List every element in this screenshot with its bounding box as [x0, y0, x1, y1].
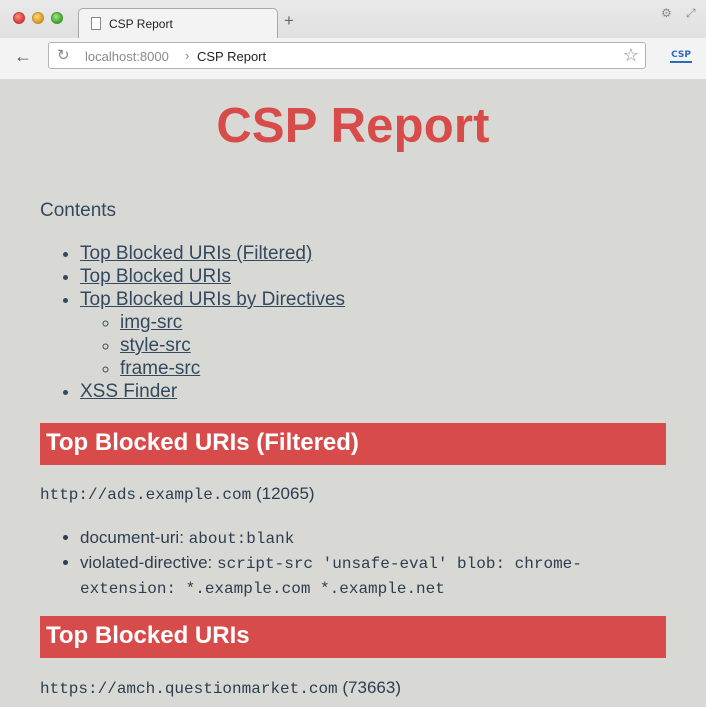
- uri-details-list: document-uri: about:blank violated-direc…: [80, 526, 670, 601]
- toc-sublist: img-src style-src frame-src: [80, 311, 345, 380]
- toc-link-img-src[interactable]: img-src: [120, 312, 182, 333]
- close-window-button[interactable]: [13, 12, 25, 24]
- new-tab-button[interactable]: +: [284, 12, 294, 29]
- gear-icon[interactable]: ⚙: [661, 6, 672, 20]
- toc-link-style-src[interactable]: style-src: [120, 335, 191, 356]
- zoom-window-button[interactable]: [51, 12, 63, 24]
- section-header-filtered: Top Blocked URIs (Filtered): [40, 423, 666, 465]
- fullscreen-icon[interactable]: ⤢: [686, 6, 696, 21]
- blocked-uri-entry: https://amch.questionmarket.com (73663): [40, 678, 401, 698]
- toc-item: Top Blocked URIs by Directives img-src s…: [80, 288, 345, 380]
- detail-item: violated-directive: script-src 'unsafe-e…: [80, 551, 670, 601]
- toc-subitem: frame-src: [120, 357, 345, 380]
- table-of-contents: Top Blocked URIs (Filtered) Top Blocked …: [80, 242, 345, 403]
- toc-item: XSS Finder: [80, 380, 345, 403]
- toc-link-top-blocked[interactable]: Top Blocked URIs: [80, 266, 231, 287]
- section-heading: Top Blocked URIs (Filtered): [46, 429, 359, 456]
- detail-key: violated-directive:: [80, 553, 213, 572]
- back-button[interactable]: ←: [14, 47, 32, 65]
- toolbar: ← ↻ localhost:8000 › CSP Report ☆ CSP: [0, 38, 706, 79]
- toc-subitem: style-src: [120, 334, 345, 357]
- url-host: localhost:8000: [85, 49, 169, 64]
- url-separator: ›: [185, 48, 190, 63]
- toc-item: Top Blocked URIs (Filtered): [80, 242, 345, 265]
- toc-subitem: img-src: [120, 311, 345, 334]
- page-title: CSP Report: [216, 99, 490, 153]
- tab-title: CSP Report: [109, 17, 173, 31]
- toc-link-frame-src[interactable]: frame-src: [120, 358, 200, 379]
- address-bar[interactable]: ↻ localhost:8000 › CSP Report ☆: [48, 42, 646, 69]
- blocked-uri-entry: http://ads.example.com (12065): [40, 484, 315, 504]
- section-header-top-blocked: Top Blocked URIs: [40, 616, 666, 658]
- url-path: CSP Report: [197, 49, 267, 64]
- contents-heading: Contents: [40, 200, 117, 221]
- bookmark-star-icon[interactable]: ☆: [623, 46, 639, 64]
- blocked-uri: https://amch.questionmarket.com: [40, 680, 338, 698]
- toc-item: Top Blocked URIs: [80, 265, 345, 288]
- page-content: CSP Report Contents Top Blocked URIs (Fi…: [0, 80, 706, 707]
- toc-link-by-directives[interactable]: Top Blocked URIs by Directives: [80, 289, 345, 310]
- blocked-uri: http://ads.example.com: [40, 486, 252, 504]
- minimize-window-button[interactable]: [32, 12, 44, 24]
- detail-item: document-uri: about:blank: [80, 526, 670, 551]
- browser-chrome: CSP Report + ⚙ ⤢ ← ↻ localhost:8000 › CS…: [0, 0, 706, 79]
- reload-icon[interactable]: ↻: [57, 47, 70, 64]
- toc-link-filtered[interactable]: Top Blocked URIs (Filtered): [80, 243, 312, 264]
- toc-link-xss-finder[interactable]: XSS Finder: [80, 381, 177, 402]
- detail-value: about:blank: [188, 530, 295, 548]
- browser-tab[interactable]: CSP Report: [78, 8, 278, 38]
- csp-extension-icon[interactable]: CSP: [670, 49, 692, 63]
- blocked-count: (12065): [255, 484, 315, 503]
- page-icon: [91, 17, 101, 30]
- detail-key: document-uri:: [80, 528, 184, 547]
- blocked-count: (73663): [342, 678, 401, 697]
- section-heading: Top Blocked URIs: [46, 622, 250, 649]
